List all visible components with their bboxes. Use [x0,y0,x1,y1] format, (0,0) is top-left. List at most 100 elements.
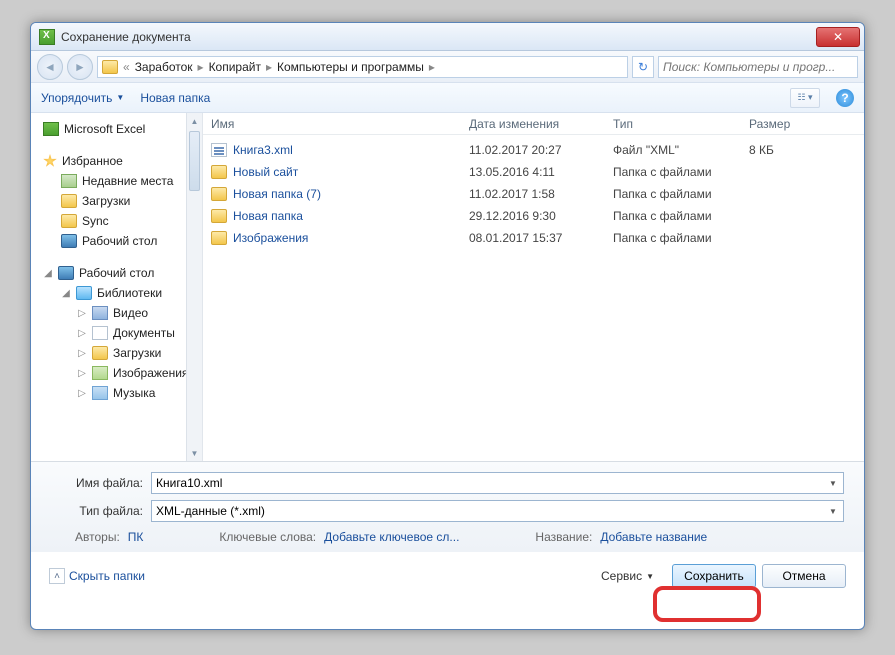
col-size[interactable]: Размер [749,117,864,131]
filename-field[interactable] [156,476,839,490]
back-button[interactable]: ◄ [37,54,63,80]
expand-icon[interactable]: ▷ [77,388,87,399]
sidebar-downloads2[interactable]: ▷Загрузки [31,343,202,363]
breadcrumb[interactable]: « Заработок ▸ Копирайт ▸ Компьютеры и пр… [97,56,628,78]
file-row[interactable]: Изображения08.01.2017 15:37Папка с файла… [203,227,864,249]
file-type: Папка с файлами [613,209,749,223]
new-folder-button[interactable]: Новая папка [140,91,210,105]
sidebar-desktop[interactable]: ◢Рабочий стол [31,263,202,283]
xml-file-icon [211,143,227,157]
filename-input[interactable]: ▼ [151,472,844,494]
sidebar-video[interactable]: ▷Видео [31,303,202,323]
cancel-button[interactable]: Отмена [762,564,846,588]
folder-icon [211,231,227,245]
file-type: Папка с файлами [613,187,749,201]
video-icon [92,306,108,320]
col-name[interactable]: Имя [211,117,469,131]
scroll-up-icon[interactable]: ▲ [187,113,202,129]
file-name: Новая папка (7) [233,187,469,201]
file-name: Книга3.xml [233,143,469,157]
sidebar-sync[interactable]: Sync [31,211,202,231]
sidebar-downloads[interactable]: Загрузки [31,191,202,211]
service-menu[interactable]: Сервис ▼ [601,569,654,583]
col-date[interactable]: Дата изменения [469,117,613,131]
breadcrumb-prefix: « [120,60,133,74]
file-name: Новая папка [233,209,469,223]
sidebar-recent[interactable]: Недавние места [31,171,202,191]
folder-icon [61,214,77,228]
pictures-icon [92,366,108,380]
sidebar: Microsoft Excel Избранное Недавние места… [31,113,203,461]
chevron-down-icon[interactable]: ▼ [826,476,840,490]
sidebar-app[interactable]: Microsoft Excel [31,119,202,139]
recent-icon [61,174,77,188]
file-date: 29.12.2016 9:30 [469,209,613,223]
excel-icon [39,29,55,45]
scroll-down-icon[interactable]: ▼ [187,445,202,461]
filetype-label: Тип файла: [51,504,151,518]
breadcrumb-item[interactable]: Компьютеры и программы [277,60,424,74]
breadcrumb-item[interactable]: Заработок [135,60,193,74]
authors-label: Авторы: [75,530,120,544]
excel-icon [43,122,59,136]
file-type: Файл "XML" [613,143,749,157]
sidebar-favorites[interactable]: Избранное [31,151,202,171]
sidebar-pictures[interactable]: ▷Изображения [31,363,202,383]
search-box[interactable] [658,56,858,78]
folder-icon [102,60,118,74]
sidebar-documents[interactable]: ▷Документы [31,323,202,343]
folder-icon [211,209,227,223]
refresh-button[interactable]: ↻ [632,56,654,78]
expand-icon[interactable]: ▷ [77,368,87,379]
organize-menu[interactable]: Упорядочить▼ [41,91,124,105]
breadcrumb-item[interactable]: Копирайт [209,60,261,74]
star-icon [43,154,57,168]
libraries-icon [76,286,92,300]
file-header: Имя Дата изменения Тип Размер [203,113,864,135]
sidebar-music[interactable]: ▷Музыка [31,383,202,403]
file-date: 13.05.2016 4:11 [469,165,613,179]
expand-icon[interactable]: ▷ [77,328,87,339]
expand-icon[interactable]: ▷ [77,348,87,359]
file-type: Папка с файлами [613,231,749,245]
title-value[interactable]: Добавьте название [600,530,707,544]
nav-row: ◄ ► « Заработок ▸ Копирайт ▸ Компьютеры … [31,51,864,83]
file-row[interactable]: Новая папка29.12.2016 9:30Папка с файлам… [203,205,864,227]
chevron-up-icon: ˄ [49,568,65,584]
scrollbar-thumb[interactable] [189,131,200,191]
music-icon [92,386,108,400]
close-button[interactable]: ✕ [816,27,860,47]
file-date: 08.01.2017 15:37 [469,231,613,245]
footer: ˄ Скрыть папки Сервис ▼ Сохранить Отмена [31,552,864,600]
sidebar-scrollbar[interactable]: ▲ ▼ [186,113,202,461]
expand-icon[interactable]: ▷ [77,308,87,319]
expand-icon[interactable]: ◢ [61,288,71,299]
file-size: 8 КБ [749,143,864,157]
save-dialog: Сохранение документа ✕ ◄ ► « Заработок ▸… [30,22,865,630]
filetype-select[interactable]: XML-данные (*.xml) ▼ [151,500,844,522]
desktop-icon [58,266,74,280]
tags-value[interactable]: Добавьте ключевое сл... [324,530,459,544]
sidebar-desktop-fav[interactable]: Рабочий стол [31,231,202,251]
hide-folders-button[interactable]: ˄ Скрыть папки [49,568,145,584]
search-input[interactable] [663,60,853,74]
forward-button[interactable]: ► [67,54,93,80]
chevron-down-icon: ▼ [646,572,654,581]
sidebar-libraries[interactable]: ◢Библиотеки [31,283,202,303]
chevron-down-icon: ▼ [116,93,124,102]
chevron-down-icon[interactable]: ▼ [826,504,840,518]
filetype-value: XML-данные (*.xml) [156,504,839,518]
expand-icon[interactable]: ◢ [43,268,53,279]
view-options-button[interactable]: ☷ ▾ [790,88,820,108]
document-icon [92,326,108,340]
folder-icon [211,165,227,179]
file-date: 11.02.2017 20:27 [469,143,613,157]
authors-value[interactable]: ПК [128,530,144,544]
file-row[interactable]: Новый сайт13.05.2016 4:11Папка с файлами [203,161,864,183]
toolbar: Упорядочить▼ Новая папка ☷ ▾ ? [31,83,864,113]
col-type[interactable]: Тип [613,117,749,131]
help-button[interactable]: ? [836,89,854,107]
file-row[interactable]: Новая папка (7)11.02.2017 1:58Папка с фа… [203,183,864,205]
save-button[interactable]: Сохранить [672,564,756,588]
file-row[interactable]: Книга3.xml11.02.2017 20:27Файл "XML"8 КБ [203,139,864,161]
